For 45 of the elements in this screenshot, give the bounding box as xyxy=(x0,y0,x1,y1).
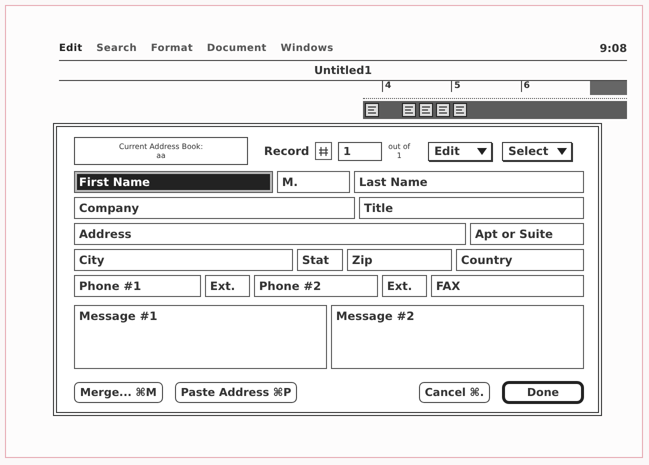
align-icon[interactable] xyxy=(419,103,433,117)
done-button[interactable]: Done xyxy=(502,381,584,404)
dialog-button[interactable]: Cancel ⌘. xyxy=(418,382,490,403)
input-field[interactable]: Zip xyxy=(347,249,452,271)
input-field[interactable]: Title xyxy=(359,197,584,219)
window-title: Untitled1 xyxy=(314,64,372,77)
menu-item[interactable]: Document xyxy=(206,43,267,54)
menu-item[interactable]: Edit xyxy=(59,43,82,54)
ruler-label: 4 xyxy=(382,81,452,92)
popup-menu[interactable]: Select xyxy=(502,142,572,160)
input-field[interactable]: Phone #1 xyxy=(74,275,201,297)
ruler-label: 5 xyxy=(451,81,521,92)
dialog-button[interactable]: Paste Address ⌘P xyxy=(174,382,298,403)
input-field[interactable]: Country xyxy=(456,249,584,271)
input-field[interactable]: Apt or Suite xyxy=(470,223,584,245)
input-field[interactable]: Address xyxy=(74,223,466,245)
record-number-button[interactable] xyxy=(315,142,332,160)
align-icon[interactable] xyxy=(402,103,416,117)
input-field[interactable]: FAX xyxy=(431,275,584,297)
caret-icon xyxy=(477,148,488,154)
record-field[interactable]: 1 xyxy=(338,142,382,160)
input-field[interactable]: First Name xyxy=(74,171,273,193)
caret-icon xyxy=(557,148,568,154)
record-label: Record xyxy=(264,144,310,158)
align-icon[interactable] xyxy=(365,103,379,117)
align-icon[interactable] xyxy=(436,103,450,117)
input-field[interactable]: City xyxy=(74,249,293,271)
ruler-shaded-area xyxy=(590,81,627,95)
message-field[interactable]: Message #1 xyxy=(74,305,327,369)
align-icon[interactable] xyxy=(453,103,467,117)
menu-item[interactable]: Windows xyxy=(280,43,334,54)
input-field[interactable]: Ext. xyxy=(205,275,250,297)
input-field[interactable]: Phone #2 xyxy=(254,275,378,297)
input-field[interactable]: M. xyxy=(277,171,350,193)
menu-item[interactable]: Format xyxy=(150,43,193,54)
clock: 9:08 xyxy=(600,42,627,55)
input-field[interactable]: Last Name xyxy=(354,171,584,193)
popup-menu[interactable]: Edit xyxy=(428,142,492,160)
menu-item[interactable]: Search xyxy=(96,43,137,54)
message-field[interactable]: Message #2 xyxy=(331,305,584,369)
input-field[interactable]: Stat xyxy=(297,249,343,271)
dialog-button[interactable]: Merge... ⌘M xyxy=(74,382,163,403)
input-field[interactable]: Ext. xyxy=(382,275,427,297)
input-field[interactable]: Company xyxy=(74,197,355,219)
hash-icon xyxy=(318,146,330,156)
